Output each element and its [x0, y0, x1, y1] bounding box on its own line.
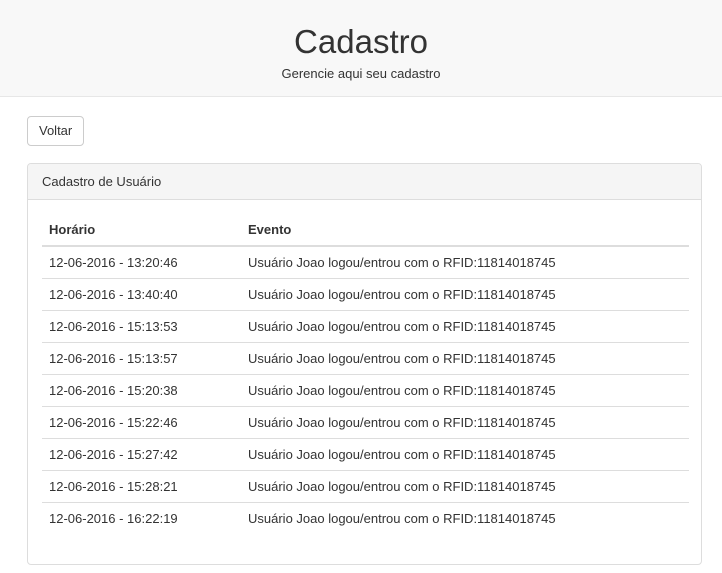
- table-header-row: Horário Evento: [42, 214, 689, 247]
- user-registry-panel: Cadastro de Usuário Horário Evento 12-06…: [27, 163, 702, 565]
- page-title: Cadastro: [294, 23, 428, 60]
- row-event: Usuário Joao logou/entrou com o RFID:118…: [241, 438, 689, 471]
- row-event: Usuário Joao logou/entrou com o RFID:118…: [248, 511, 556, 526]
- table-row: 12-06-2016 - 15:28:21 Usuário Joao logou…: [42, 470, 689, 503]
- table-row: 12-06-2016 - 15:22:46 Usuário Joao logou…: [42, 406, 689, 439]
- table-row: 12-06-2016 - 16:22:19 Usuário Joao logou…: [42, 503, 689, 535]
- column-header-time: Horário: [42, 214, 241, 247]
- row-event: Usuário Joao logou/entrou com o RFID:118…: [241, 278, 689, 311]
- events-table: Horário Evento 12-06-2016 - 13:20:46 Usu…: [42, 214, 689, 534]
- row-time: 12-06-2016 - 13:20:46: [42, 246, 241, 279]
- page-header: Cadastro Gerencie aqui seu cadastro: [0, 0, 722, 97]
- row-event: Usuário Joao logou/entrou com o RFID:118…: [241, 470, 689, 503]
- row-event: Usuário Joao logou/entrou com o RFID:118…: [241, 310, 689, 343]
- row-event: Usuário Joao logou/entrou com o RFID:118…: [241, 246, 689, 279]
- panel-title: Cadastro de Usuário: [28, 164, 701, 200]
- table-row: 12-06-2016 - 15:13:53 Usuário Joao logou…: [42, 310, 689, 343]
- row-time: 12-06-2016 - 15:27:42: [42, 438, 241, 471]
- row-time: 12-06-2016 - 15:13:57: [42, 342, 241, 375]
- row-time: 12-06-2016 - 15:13:53: [42, 310, 241, 343]
- row-event: Usuário Joao logou/entrou com o RFID:118…: [241, 342, 689, 375]
- table-row: 12-06-2016 - 15:27:42 Usuário Joao logou…: [42, 438, 689, 471]
- column-header-event: Evento: [241, 214, 689, 247]
- table-row: 12-06-2016 - 13:20:46 Usuário Joao logou…: [42, 246, 689, 279]
- row-event: Usuário Joao logou/entrou com o RFID:118…: [241, 406, 689, 439]
- table-row: 12-06-2016 - 15:13:57 Usuário Joao logou…: [42, 342, 689, 375]
- row-time: 12-06-2016 - 15:20:38: [42, 374, 241, 407]
- row-event: Usuário Joao logou/entrou com o RFID:118…: [241, 374, 689, 407]
- row-time: 12-06-2016 - 15:22:46: [42, 406, 241, 439]
- table-row: 12-06-2016 - 13:40:40 Usuário Joao logou…: [42, 278, 689, 311]
- back-button[interactable]: Voltar: [27, 116, 85, 146]
- page-subtitle: Gerencie aqui seu cadastro: [281, 66, 441, 81]
- row-time: 12-06-2016 - 15:28:21: [42, 470, 241, 503]
- table-row: 12-06-2016 - 15:20:38 Usuário Joao logou…: [42, 374, 689, 407]
- row-time: 12-06-2016 - 16:22:19: [49, 511, 178, 526]
- row-time: 12-06-2016 - 13:40:40: [42, 278, 241, 311]
